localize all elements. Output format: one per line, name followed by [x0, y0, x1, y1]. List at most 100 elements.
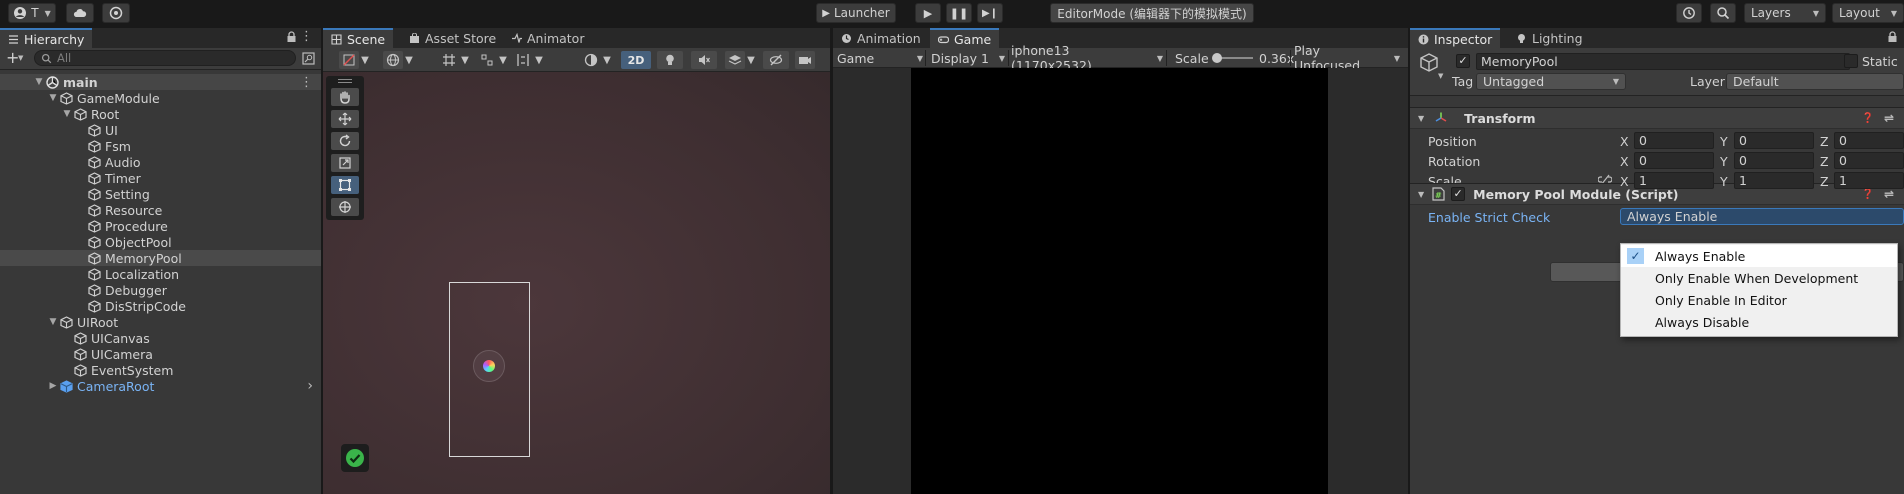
search-button[interactable] — [1710, 3, 1736, 23]
layer-dropdown[interactable]: Default — [1726, 73, 1904, 90]
editor-mode-button[interactable]: EditorMode (编辑器下的模拟模式) — [1050, 3, 1254, 23]
hierarchy-item[interactable]: Setting — [0, 186, 321, 202]
tab-animation[interactable]: Animation — [833, 28, 929, 48]
option-always-disable[interactable]: Always Disable — [1621, 311, 1897, 333]
display-dropdown[interactable]: Display 1 ▼ — [931, 48, 1005, 68]
chevron-down-icon[interactable]: ▼ — [1438, 72, 1443, 80]
chevron-down-icon[interactable]: ▼ — [601, 51, 613, 69]
game-render-screen[interactable] — [911, 68, 1328, 494]
tag-dropdown[interactable]: Untagged ▼ — [1476, 73, 1626, 90]
option-only-enable-when-development[interactable]: Only Enable When Development — [1621, 267, 1897, 289]
scene-viewport[interactable] — [323, 72, 830, 494]
history-button[interactable] — [1676, 3, 1702, 23]
hierarchy-item[interactable]: DisStripCode — [0, 298, 321, 314]
expand-arrow-icon[interactable]: ▼ — [62, 109, 72, 119]
increment-snap-button[interactable] — [477, 51, 497, 69]
transform-header[interactable]: ▼ Transform ❓ ⇌ — [1410, 107, 1904, 129]
hierarchy-item[interactable]: ▶ CameraRoot › — [0, 378, 321, 394]
object-name-input[interactable]: MemoryPool — [1476, 53, 1850, 70]
mode-2d-toggle[interactable]: 2D — [621, 51, 651, 69]
position-z-field[interactable]: 0 — [1834, 132, 1904, 149]
scene-view-globe-button[interactable] — [383, 51, 403, 69]
shading-button[interactable] — [581, 51, 601, 69]
tab-asset-store[interactable]: Asset Store — [401, 28, 504, 48]
settings-sliders-icon[interactable]: ⇌ — [1884, 187, 1894, 201]
play-mode-dropdown[interactable]: Play Unfocused ▼ — [1294, 43, 1400, 73]
help-icon[interactable]: ❓ — [1862, 189, 1874, 200]
settings-sliders-icon[interactable]: ⇌ — [1884, 111, 1894, 125]
chevron-down-icon[interactable]: ▼ — [745, 51, 757, 69]
lock-icon[interactable] — [1887, 31, 1898, 46]
layout-dropdown[interactable]: Layout ▼ — [1832, 3, 1904, 23]
cloud-button[interactable] — [66, 3, 94, 23]
transform-tool-button[interactable] — [331, 198, 359, 216]
hierarchy-item[interactable]: Fsm — [0, 138, 321, 154]
rotation-z-field[interactable]: 0 — [1834, 152, 1904, 169]
position-y-field[interactable]: 0 — [1734, 132, 1814, 149]
hierarchy-item[interactable]: Debugger — [0, 282, 321, 298]
drag-handle-icon[interactable] — [338, 79, 352, 80]
hierarchy-item[interactable]: Timer — [0, 170, 321, 186]
account-button[interactable]: T ▼ — [8, 3, 56, 23]
hierarchy-item[interactable]: ▼ GameModule — [0, 90, 321, 106]
expand-arrow-icon[interactable]: ▼ — [1418, 190, 1424, 199]
scale-y-field[interactable]: 1 — [1734, 172, 1814, 189]
move-tool-button[interactable] — [331, 110, 359, 128]
game-mode-dropdown[interactable]: Game ▼ — [837, 48, 923, 68]
step-button[interactable]: ▶❙ — [977, 3, 1003, 23]
tab-hierarchy[interactable]: Hierarchy — [0, 28, 93, 48]
hierarchy-item[interactable]: ObjectPool — [0, 234, 321, 250]
prefab-open-chevron-icon[interactable]: › — [307, 378, 313, 394]
rotate-tool-button[interactable] — [331, 132, 359, 150]
help-icon[interactable]: ❓ — [1862, 113, 1874, 124]
strict-check-dropdown[interactable]: Always Enable — [1620, 208, 1904, 225]
collapsed-arrow-icon[interactable]: ▶ — [48, 381, 58, 391]
scene-row-main[interactable]: ▼ main ⋮ — [0, 74, 321, 90]
chevron-down-icon[interactable]: ▼ — [497, 51, 509, 69]
effects-toggle[interactable] — [725, 51, 745, 69]
chevron-down-icon[interactable]: ▼ — [459, 51, 471, 69]
tab-scene[interactable]: Scene — [323, 28, 394, 48]
tab-animator[interactable]: Animator — [503, 28, 592, 48]
lighting-toggle[interactable] — [657, 51, 683, 69]
status-ok-badge[interactable] — [341, 444, 369, 472]
launcher-button[interactable]: ▶ Launcher — [816, 3, 896, 23]
option-only-enable-in-editor[interactable]: Only Enable In Editor — [1621, 289, 1897, 311]
option-always-enable[interactable]: ✓ Always Enable — [1621, 245, 1897, 267]
camera-gizmo[interactable] — [473, 350, 505, 382]
expand-arrow-icon[interactable]: ▼ — [1418, 114, 1424, 123]
scene-camera-button[interactable] — [795, 51, 815, 69]
tab-game[interactable]: Game — [930, 28, 1000, 48]
hierarchy-item[interactable]: Audio — [0, 154, 321, 170]
more-menu-icon[interactable]: ⋮ — [300, 29, 313, 44]
search-filter-icon[interactable] — [302, 52, 315, 65]
hierarchy-item[interactable]: Procedure — [0, 218, 321, 234]
draw-mode-button[interactable] — [339, 51, 359, 69]
hierarchy-item[interactable]: UICamera — [0, 346, 321, 362]
hierarchy-item[interactable]: ▼ UIRoot — [0, 314, 321, 330]
hierarchy-item[interactable]: ▼ Root — [0, 106, 321, 122]
rotation-y-field[interactable]: 0 — [1734, 152, 1814, 169]
collab-button[interactable] — [102, 3, 130, 23]
chevron-down-icon[interactable]: ▼ — [403, 51, 415, 69]
hierarchy-item[interactable]: MemoryPool — [0, 250, 321, 266]
hidden-objects-toggle[interactable] — [763, 51, 789, 69]
resolution-dropdown[interactable]: iphone13 (1170x2532) ▼ — [1011, 43, 1163, 73]
expand-arrow-icon[interactable]: ▼ — [48, 93, 58, 103]
audio-toggle[interactable] — [691, 51, 717, 69]
snap-grid-button[interactable] — [439, 51, 459, 69]
position-x-field[interactable]: 0 — [1634, 132, 1714, 149]
scene-more-icon[interactable]: ⋮ — [300, 75, 313, 90]
hierarchy-item[interactable]: Resource — [0, 202, 321, 218]
chevron-down-icon[interactable]: ▼ — [359, 51, 371, 69]
hierarchy-item[interactable]: UICanvas — [0, 330, 321, 346]
lock-icon[interactable] — [286, 31, 297, 46]
align-button[interactable] — [513, 51, 533, 69]
tab-inspector[interactable]: Inspector — [1410, 28, 1501, 48]
tab-lighting[interactable]: Lighting — [1508, 28, 1591, 48]
hierarchy-item[interactable]: UI — [0, 122, 321, 138]
script-enabled-checkbox[interactable]: ✓ — [1451, 187, 1466, 201]
scale-slider-thumb[interactable] — [1212, 53, 1222, 63]
hierarchy-item[interactable]: Localization — [0, 266, 321, 282]
expand-arrow-icon[interactable]: ▼ — [48, 317, 58, 327]
